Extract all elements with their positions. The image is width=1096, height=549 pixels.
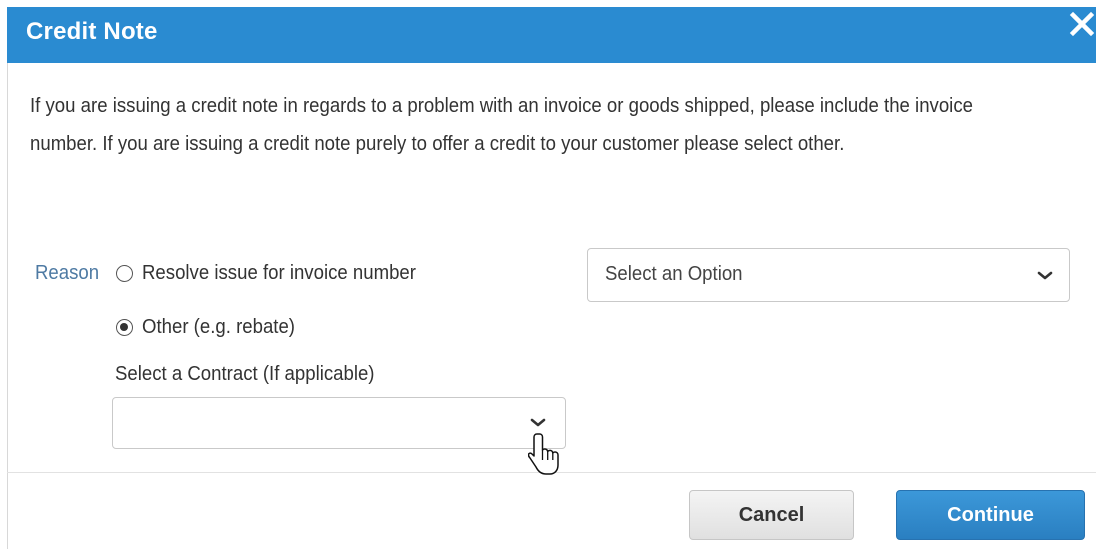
continue-button[interactable]: Continue [896,490,1085,540]
invoice-number-select[interactable]: Select an Option [587,248,1070,302]
radio-other[interactable] [116,319,133,336]
credit-note-dialog: Credit Note If you are issuing a credit … [0,0,1096,549]
dialog-left-border [7,63,8,549]
reason-label: Reason [35,262,100,284]
contract-select[interactable] [112,397,566,449]
footer-divider [7,472,1096,473]
radio-other-label: Other (e.g. rebate) [142,316,296,338]
intro-text: If you are issuing a credit note in rega… [30,95,973,155]
radio-resolve-invoice[interactable] [116,265,133,282]
dialog-title-bar: Credit Note [7,7,1096,63]
close-button[interactable] [1068,11,1096,41]
cancel-button[interactable]: Cancel [689,490,854,540]
contract-label: Select a Contract (If applicable) [115,363,375,385]
chevron-down-icon [1037,271,1053,280]
radio-resolve-invoice-label: Resolve issue for invoice number [142,262,416,284]
invoice-select-value: Select an Option [605,263,743,285]
chevron-down-icon [530,418,546,427]
dialog-title: Credit Note [26,18,158,45]
close-icon [1069,11,1095,37]
